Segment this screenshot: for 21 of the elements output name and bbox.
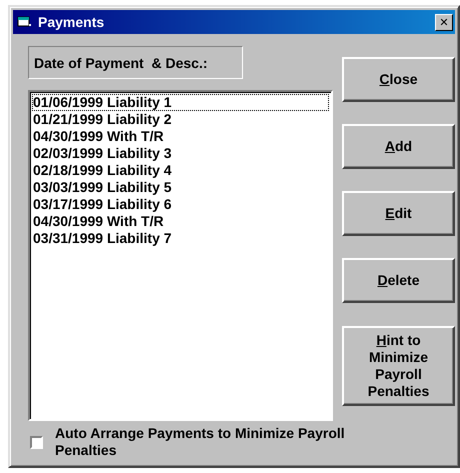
payment-item[interactable]: 02/18/1999 Liability 4 xyxy=(32,162,329,179)
dialog-button[interactable]: Delete xyxy=(342,258,455,303)
list-label: Date of Payment & Desc.: xyxy=(28,46,243,79)
payment-item[interactable]: 04/30/1999 With T/R xyxy=(32,128,329,145)
payment-item[interactable]: 02/03/1999 Liability 3 xyxy=(32,145,329,162)
dialog-button[interactable]: Edit xyxy=(342,191,455,236)
dialog-button[interactable]: Hint to Minimize Payroll Penalties xyxy=(342,326,455,406)
payment-item[interactable]: 03/03/1999 Liability 5 xyxy=(32,179,329,196)
payment-item[interactable]: 01/06/1999 Liability 1 xyxy=(32,94,329,111)
dialog-button[interactable]: Add xyxy=(342,124,455,169)
checkbox-label[interactable]: Auto Arrange Payments to Minimize Payroll Penalties xyxy=(55,425,355,459)
payments-list[interactable]: 01/06/1999 Liability 1 01/21/1999 Liability 2 04/30/1999 With T/R 02/03/1999 Liability 3 02/18/1999 Liability 4 03/03/1999 Liability 5 03/17/1999 Liability 6 04/30/1999 With T/R 03/31/1999 Liability 7 xyxy=(28,90,333,421)
payment-item[interactable]: 01/21/1999 Liability 2 xyxy=(32,111,329,128)
close-button[interactable]: ✕ xyxy=(435,14,453,30)
payment-item[interactable]: 03/17/1999 Liability 6 xyxy=(32,196,329,213)
window-icon xyxy=(17,15,33,29)
payment-item[interactable]: 04/30/1999 With T/R xyxy=(32,213,329,230)
payment-item[interactable]: 03/31/1999 Liability 7 xyxy=(32,230,329,247)
dialog-button[interactable]: Close xyxy=(342,57,455,102)
checkbox[interactable] xyxy=(30,436,43,448)
window-title: Payments xyxy=(38,14,106,30)
